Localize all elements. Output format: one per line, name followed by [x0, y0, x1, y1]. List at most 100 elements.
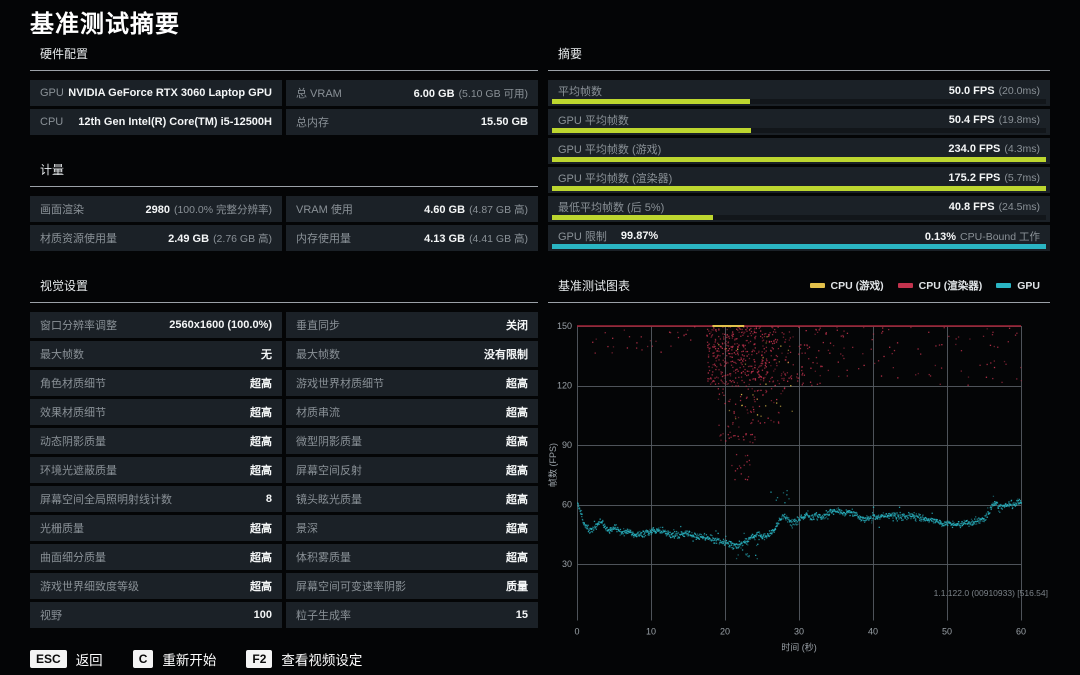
- summary-metric-note: (24.5ms): [998, 201, 1040, 213]
- footer-keybar: ESC 返回 C 重新开始 F2 查看视频设定: [30, 649, 362, 669]
- setting-value: 关闭: [506, 320, 528, 332]
- summary-metric-label: GPU 平均帧数 (渲染器): [558, 173, 673, 185]
- key-hint-esc[interactable]: ESC 返回: [30, 649, 103, 669]
- summary-bar-fill: [552, 215, 714, 220]
- setting-cell: 画面渲染 2980 (100.0% 完整分辨率): [30, 196, 282, 222]
- setting-label: 效果材质细节: [40, 407, 106, 419]
- setting-cell: 内存使用量 4.13 GB (4.41 GB 高): [286, 225, 538, 251]
- setting-label: 视野: [40, 610, 62, 622]
- setting-label: 窗口分辨率调整: [40, 320, 117, 332]
- setting-value: 12th Gen Intel(R) Core(TM) i5-12500H: [78, 116, 272, 128]
- setting-value: 超高: [250, 552, 272, 564]
- setting-label: 总 VRAM: [296, 88, 342, 100]
- right-column: 摘要 平均帧数 50.0 FPS (20.0ms) GPU 平均帧数 50.4 FPS(…: [548, 40, 1050, 675]
- setting-value: 8: [265, 493, 272, 505]
- setting-note: (100.0% 完整分辨率): [173, 203, 272, 216]
- setting-cell: 动态阴影质量 超高: [30, 428, 282, 454]
- setting-cell: 体积雾质量 超高: [286, 544, 538, 570]
- settings-row: 游戏世界细致度等级 超高 屏幕空间可变速率阴影 质量: [30, 573, 538, 599]
- setting-value: 2.49 GB (2.76 GB 高): [168, 232, 272, 245]
- summary-bar-track: [552, 128, 1046, 133]
- summary-metric-label: 最低平均帧数 (后 5%): [558, 202, 665, 214]
- setting-value: 4.13 GB (4.41 GB 高): [424, 232, 528, 245]
- setting-value: 超高: [506, 436, 528, 448]
- setting-value: 100: [253, 609, 272, 621]
- setting-value: 6.00 GB (5.10 GB 可用): [413, 87, 528, 100]
- setting-label: 屏幕空间全局照明射线计数: [40, 494, 172, 506]
- setting-label: 总内存: [296, 117, 329, 129]
- legend-item: GPU: [996, 280, 1040, 292]
- setting-note: (2.76 GB 高): [213, 232, 272, 245]
- summary-bar-track: [552, 215, 1046, 220]
- setting-cell: 环境光遮蔽质量 超高: [30, 457, 282, 483]
- summary-bar-fill: [552, 244, 1046, 249]
- chart-legend: CPU (游戏) CPU (渲染器) GPU: [809, 278, 1040, 293]
- setting-cell: 效果材质细节 超高: [30, 399, 282, 425]
- summary-bar-fill: [552, 128, 752, 133]
- setting-value: 超高: [250, 523, 272, 535]
- setting-cell: 视野 100: [30, 602, 282, 628]
- setting-label: 微型阴影质量: [296, 436, 362, 448]
- setting-cell: 游戏世界细致度等级 超高: [30, 573, 282, 599]
- setting-value: 2980 (100.0% 完整分辨率): [145, 203, 272, 216]
- summary-row-text: GPU 平均帧数 50.4 FPS (19.8ms): [548, 109, 1050, 130]
- summary-row-text: GPU 限制 99.87% 0.13% CPU-Bound 工作: [548, 225, 1050, 246]
- setting-label: 画面渲染: [40, 204, 84, 216]
- setting-label: 最大帧数: [40, 349, 84, 361]
- setting-cell: 屏幕空间全局照明射线计数 8: [30, 486, 282, 512]
- settings-row: 曲面细分质量 超高 体积雾质量 超高: [30, 544, 538, 570]
- key-badge: F2: [246, 650, 273, 668]
- key-hint-c[interactable]: C 重新开始: [132, 649, 217, 669]
- setting-note: (5.10 GB 可用): [458, 87, 528, 100]
- metrics-rows: 画面渲染 2980 (100.0% 完整分辨率) VRAM 使用 4.60 GB (4.8…: [30, 196, 538, 251]
- visual-settings-rows: 窗口分辨率调整 2560x1600 (100.0%) 垂直同步 关闭 最大帧数无最大帧数…: [30, 312, 538, 628]
- key-hint-f2[interactable]: F2 查看视频设定: [246, 649, 362, 669]
- setting-label: 屏幕空间反射: [296, 465, 362, 477]
- setting-cell: 总内存 15.50 GB: [286, 109, 538, 135]
- settings-row: 环境光遮蔽质量 超高 屏幕空间反射 超高: [30, 457, 538, 483]
- cpu-bound-label: CPU-Bound 工作: [960, 231, 1040, 243]
- summary-bar-fill: [552, 99, 750, 104]
- gpu-limit-label: GPU 限制: [558, 231, 607, 243]
- setting-value: 超高: [250, 436, 272, 448]
- key-badge: C: [132, 650, 154, 668]
- settings-row: 窗口分辨率调整 2560x1600 (100.0%) 垂直同步 关闭: [30, 312, 538, 338]
- setting-label: CPU: [40, 116, 64, 128]
- summary-row: GPU 平均帧数 (游戏) 234.0 FPS (4.3ms): [548, 138, 1050, 164]
- setting-value: 15.50 GB: [480, 116, 528, 128]
- settings-row: 光栅质量 超高 景深 超高: [30, 515, 538, 541]
- section-metrics: 计量 画面渲染 2980 (100.0% 完整分辨率) VRAM 使用 4.60 GB(…: [30, 156, 538, 251]
- hardware-rows: GPU NVIDIA GeForce RTX 3060 Laptop GPU 总 V…: [30, 80, 538, 135]
- legend-color-chip: [897, 283, 913, 288]
- setting-cell: 游戏世界材质细节 超高: [286, 370, 538, 396]
- summary-metric-value: 234.0 FPS (4.3ms): [948, 143, 1040, 155]
- key-badge: ESC: [30, 650, 67, 668]
- summary-bar-track: [552, 186, 1046, 191]
- legend-color-chip: [996, 283, 1012, 288]
- settings-row: 效果材质细节 超高 材质串流 超高: [30, 399, 538, 425]
- summary-metric-label: GPU 平均帧数: [558, 115, 629, 127]
- setting-label: 材质资源使用量: [40, 233, 117, 245]
- setting-value: 质量: [506, 581, 528, 593]
- key-hint-label: 重新开始: [162, 653, 217, 668]
- setting-note: (4.87 GB 高): [469, 203, 528, 216]
- setting-cell: 镜头眩光质量 超高: [286, 486, 538, 512]
- setting-label: 材质串流: [296, 407, 340, 419]
- setting-value: 超高: [506, 494, 528, 506]
- summary-metric-value: 40.8 FPS (24.5ms): [948, 201, 1040, 213]
- summary-metric-note: (20.0ms): [998, 85, 1040, 97]
- chart-canvas: [548, 312, 1050, 660]
- setting-label: 动态阴影质量: [40, 436, 106, 448]
- setting-cell: CPU 12th Gen Intel(R) Core(TM) i5-12500H: [30, 109, 282, 135]
- summary-metric-label: GPU 平均帧数 (游戏): [558, 144, 662, 156]
- setting-cell: 材质串流 超高: [286, 399, 538, 425]
- setting-cell: 屏幕空间可变速率阴影 质量: [286, 573, 538, 599]
- summary-metric-value: 50.4 FPS (19.8ms): [948, 114, 1040, 126]
- summary-metric-value: 175.2 FPS (5.7ms): [948, 172, 1040, 184]
- cpu-bound-right: 0.13% CPU-Bound 工作: [925, 227, 1040, 245]
- setting-value: 2560x1600 (100.0%): [169, 319, 272, 331]
- section-chart: 基准测试图表 CPU (游戏) CPU (渲染器) GPU 1.1.122.0 (0…: [548, 272, 1050, 660]
- setting-label: 垂直同步: [296, 320, 340, 332]
- setting-label: 屏幕空间可变速率阴影: [296, 581, 406, 593]
- version-text: 1.1.122.0 (00910933) [516.54]: [933, 588, 1048, 598]
